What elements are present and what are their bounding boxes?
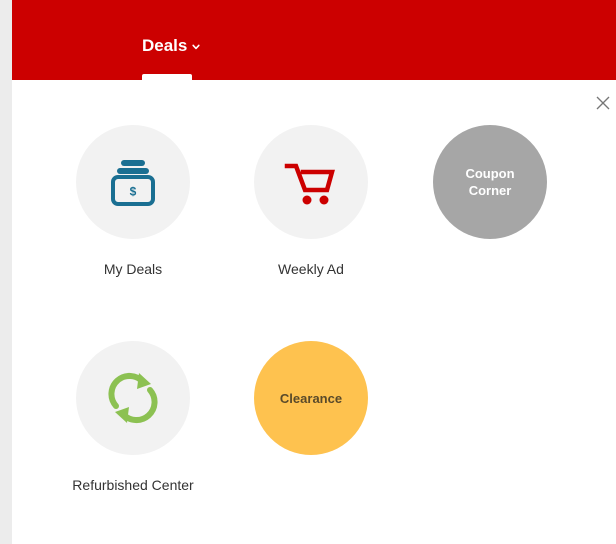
cart-icon bbox=[284, 163, 335, 205]
coupon-corner-text: Coupon Corner bbox=[465, 166, 515, 198]
deals-nav-label: Deals bbox=[142, 36, 188, 55]
coupon-corner-circle: Coupon Corner bbox=[433, 125, 547, 239]
tile-label: Weekly Ad bbox=[278, 261, 344, 277]
tile-clearance[interactable]: Clearance bbox=[226, 341, 396, 455]
top-nav-bar bbox=[12, 0, 616, 80]
tile-label: Refurbished Center bbox=[72, 477, 194, 493]
tile-label: My Deals bbox=[103, 261, 163, 277]
weekly-ad-icon-circle bbox=[254, 125, 368, 239]
clearance-text: Clearance bbox=[279, 390, 343, 406]
deals-stack-icon: $ bbox=[111, 160, 155, 206]
chevron-down-icon bbox=[192, 44, 200, 50]
clearance-circle: Clearance bbox=[254, 341, 368, 455]
tile-weekly-ad[interactable]: Weekly Ad bbox=[226, 125, 396, 277]
active-nav-indicator bbox=[142, 74, 192, 80]
tile-coupon-corner[interactable]: Coupon Corner bbox=[405, 125, 575, 239]
refurbished-icon-circle bbox=[76, 341, 190, 455]
refresh-icon bbox=[108, 372, 158, 424]
deals-nav-item[interactable]: Deals bbox=[142, 34, 200, 58]
close-icon[interactable] bbox=[594, 94, 612, 112]
svg-text:$: $ bbox=[130, 185, 137, 199]
tile-refurbished-center[interactable]: Refurbished Center bbox=[48, 341, 218, 493]
page: Deals $ My Deals Weekly Ad Coupon Corner… bbox=[0, 0, 616, 544]
my-deals-icon-circle: $ bbox=[76, 125, 190, 239]
tile-my-deals[interactable]: $ My Deals bbox=[48, 125, 218, 277]
